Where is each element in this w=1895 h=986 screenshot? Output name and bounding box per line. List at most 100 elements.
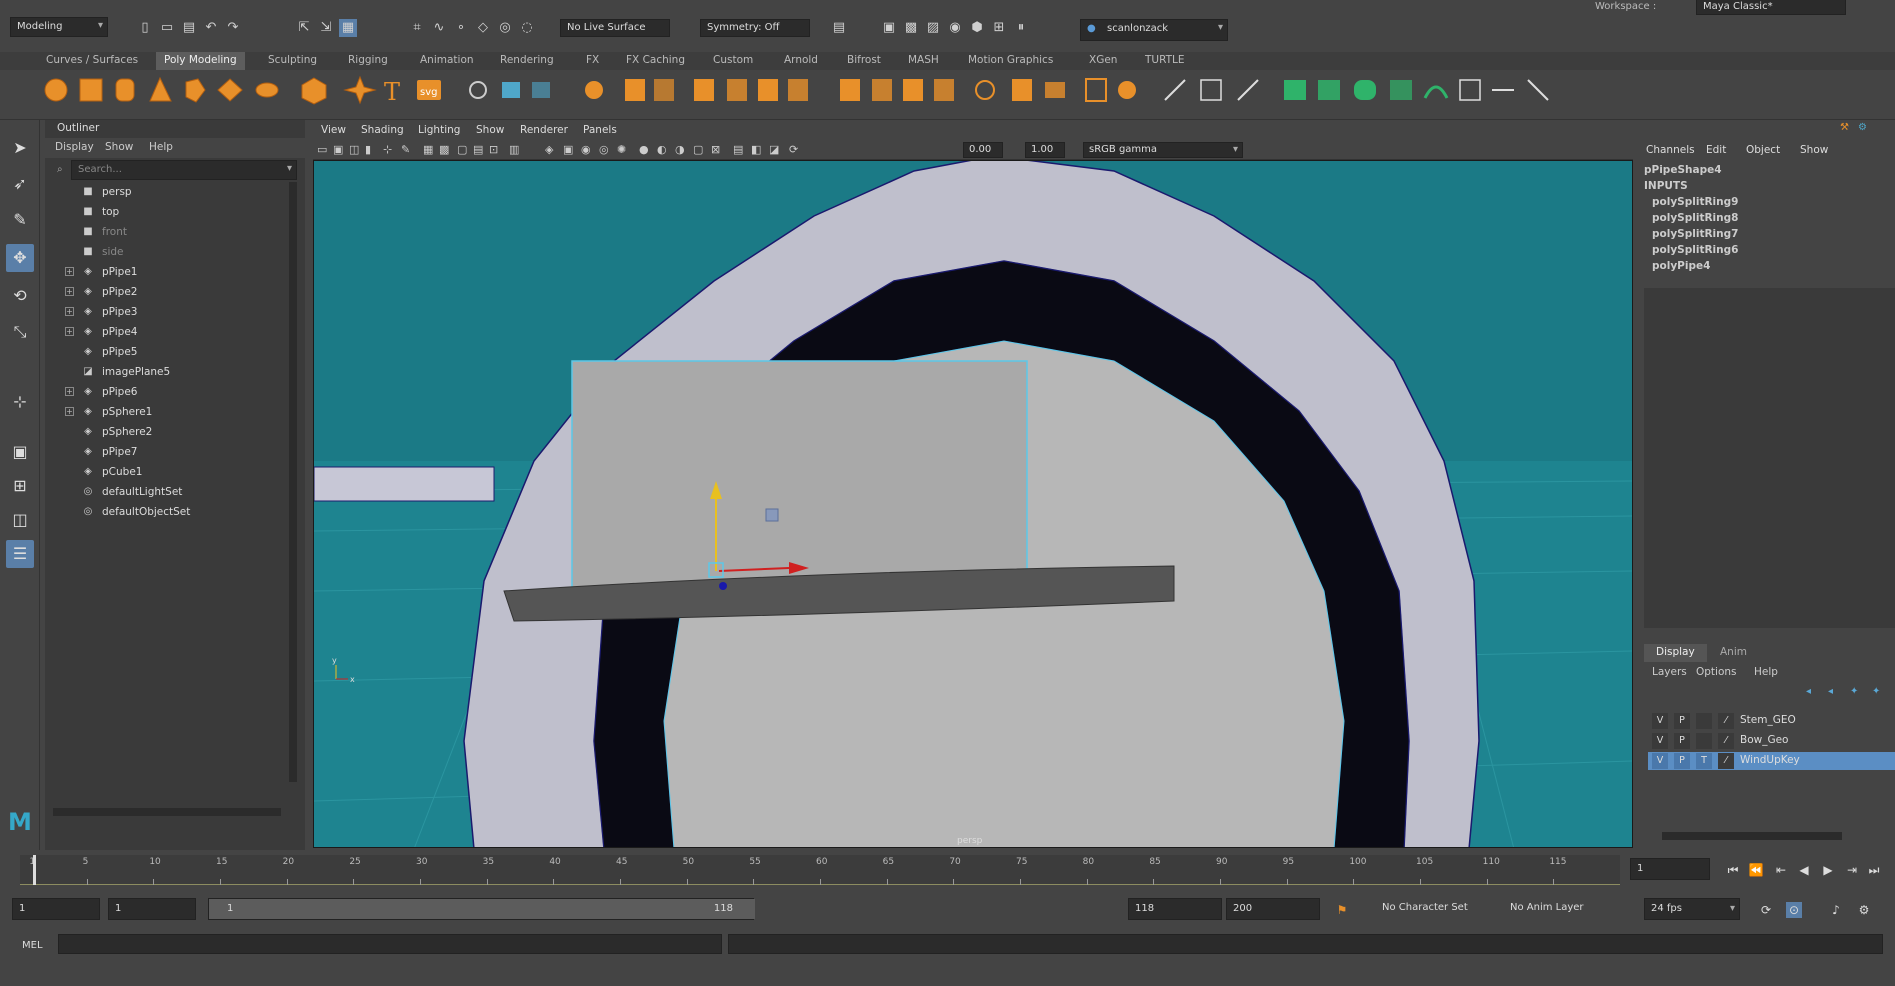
construction-history-icon[interactable]: ▤	[830, 19, 848, 37]
input-node[interactable]: polyPipe4	[1652, 260, 1710, 272]
ambient-occlusion-icon[interactable]: ◐	[657, 143, 667, 156]
select-object-icon[interactable]: ⇲	[317, 19, 335, 37]
smooth-icon[interactable]	[532, 82, 550, 98]
layer-p-toggle[interactable]: P	[1674, 733, 1690, 749]
use-all-lights-icon[interactable]: ✺	[617, 143, 626, 156]
outliner-item[interactable]: ◈ pPipe5	[45, 342, 283, 362]
render-settings-icon[interactable]: ◉	[946, 19, 964, 37]
outliner-menu-display[interactable]: Display	[55, 141, 94, 153]
range-slider-handle[interactable]: 1 118	[209, 899, 755, 919]
automatic-map-icon[interactable]	[1390, 80, 1412, 100]
exposure-reset-icon[interactable]: ⟳	[789, 143, 798, 156]
extrude-icon[interactable]	[625, 79, 645, 101]
xray-components-icon[interactable]: ◪	[769, 143, 779, 156]
poly-cylinder-icon[interactable]	[115, 78, 135, 102]
channel-box-menu-edit[interactable]: Edit	[1706, 144, 1726, 156]
uv-cut-icon[interactable]	[1237, 79, 1259, 101]
expand-icon[interactable]: +	[65, 387, 74, 396]
shelf-tab-poly-modeling[interactable]: Poly Modeling	[156, 52, 245, 70]
layer-v-toggle[interactable]: V	[1652, 733, 1668, 749]
live-surface-field[interactable]: No Live Surface	[560, 19, 670, 37]
uv-layout-icon[interactable]	[1200, 79, 1222, 101]
bookmarks-icon[interactable]: ◫	[349, 143, 359, 156]
move-tool-icon[interactable]: ✥	[6, 244, 34, 272]
connect-icon[interactable]	[903, 79, 923, 101]
symmetrize-icon[interactable]	[1045, 82, 1065, 98]
select-component-icon[interactable]: ▦	[339, 19, 357, 37]
bridge-icon[interactable]	[654, 79, 674, 101]
shelf-tab-turtle[interactable]: TURTLE	[1137, 52, 1193, 70]
cut-uv-icon[interactable]	[1527, 79, 1549, 101]
playback-end-field[interactable]: 118	[1128, 898, 1222, 920]
outliner-layout-icon[interactable]: ☰	[6, 540, 34, 568]
play-forward-icon[interactable]: ▶	[1820, 862, 1836, 878]
render-setup-icon[interactable]: ⊞	[990, 19, 1008, 37]
command-input[interactable]	[58, 934, 722, 954]
fill-hole-icon[interactable]	[727, 79, 747, 101]
field-chart-icon[interactable]: ⊡	[489, 143, 498, 156]
layer-menu-options[interactable]: Options	[1696, 666, 1737, 678]
slide-edge-icon[interactable]	[975, 80, 995, 100]
pause-viewport-icon[interactable]: ⏸	[1012, 19, 1030, 37]
show-manipulator-icon[interactable]: ⊹	[6, 388, 34, 416]
quad-draw-icon[interactable]	[934, 79, 954, 101]
current-frame-field[interactable]: 1	[1630, 858, 1710, 880]
layer-t-toggle[interactable]	[1696, 733, 1712, 749]
outliner-menu-help[interactable]: Help	[149, 141, 173, 153]
playback-start-field[interactable]: 1	[108, 898, 196, 920]
manipulator-z-handle[interactable]	[719, 582, 727, 590]
layer-color-swatch[interactable]: ⁄	[1718, 753, 1734, 769]
outliner-item[interactable]: + ◈ pPipe1	[45, 262, 283, 282]
input-node[interactable]: polySplitRing9	[1652, 196, 1738, 208]
shelf-tab-motion-graphics[interactable]: Motion Graphics	[960, 52, 1061, 70]
input-node[interactable]: polySplitRing6	[1652, 244, 1738, 256]
layer-tab-display[interactable]: Display	[1644, 644, 1707, 662]
select-tool-icon[interactable]: ➤	[6, 134, 34, 162]
expand-icon[interactable]: +	[65, 287, 74, 296]
exposure-field[interactable]: 0.00	[963, 142, 1003, 158]
range-slider[interactable]: 1 118	[208, 898, 755, 920]
ipr-render-icon[interactable]: ▨	[924, 19, 942, 37]
layer-row[interactable]: V P ⁄ Bow_Geo	[1648, 732, 1895, 750]
current-time-marker[interactable]	[33, 855, 37, 885]
user-account-menu[interactable]: ● scanlonzack ▾	[1080, 19, 1228, 41]
new-layer-icon[interactable]: ◂	[1806, 686, 1811, 697]
redo-icon[interactable]: ↷	[224, 19, 242, 37]
platonic-solid-icon[interactable]	[301, 77, 327, 105]
poly-plane-icon[interactable]	[217, 78, 243, 102]
outliner-search-input[interactable]: Search... ▾	[71, 160, 297, 180]
anti-aliasing-icon[interactable]: ▢	[693, 143, 703, 156]
animation-preferences-icon[interactable]: ⚙	[1856, 902, 1872, 918]
snap-surface-icon[interactable]: ◎	[496, 19, 514, 37]
target-weld-icon[interactable]	[872, 79, 892, 101]
shelf-tab-animation[interactable]: Animation	[412, 52, 482, 70]
create-layer-icon[interactable]: ✦	[1850, 686, 1858, 697]
safe-action-icon[interactable]: ▥	[509, 143, 519, 156]
render-frame-icon[interactable]: ▩	[902, 19, 920, 37]
2d-pan-zoom-icon[interactable]: ⊹	[383, 143, 392, 156]
layout-uv-icon[interactable]	[1459, 79, 1481, 101]
anim-layer-menu[interactable]: No Anim Layer	[1504, 898, 1630, 920]
layer-t-toggle[interactable]: T	[1696, 753, 1712, 769]
color-space-menu[interactable]: sRGB gamma ▾	[1083, 142, 1243, 158]
outliner-item[interactable]: ■ persp	[45, 182, 283, 202]
channel-box-menu-channels[interactable]: Channels	[1646, 144, 1695, 156]
bevel-icon[interactable]	[694, 79, 714, 101]
go-to-end-icon[interactable]: ⏭	[1866, 862, 1882, 878]
rotate-tool-icon[interactable]: ⟲	[6, 282, 34, 310]
grease-pencil-icon[interactable]: ✎	[401, 143, 410, 156]
animation-end-field[interactable]: 200	[1226, 898, 1320, 920]
viewport-menu-view[interactable]: View	[321, 124, 346, 136]
new-scene-icon[interactable]: ▯	[136, 19, 154, 37]
outliner-item[interactable]: ◪ imagePlane5	[45, 362, 283, 382]
poly-torus-icon[interactable]	[185, 78, 206, 103]
shelf-tab-rendering[interactable]: Rendering	[492, 52, 562, 70]
outliner-horizontal-scrollbar[interactable]	[53, 808, 281, 816]
input-node[interactable]: polySplitRing7	[1652, 228, 1738, 240]
shelf-tab-custom[interactable]: Custom	[705, 52, 761, 70]
viewport-menu-show[interactable]: Show	[476, 124, 504, 136]
character-set-menu[interactable]: No Character Set	[1376, 898, 1502, 920]
perspective-viewport[interactable]: y x persp	[313, 160, 1633, 848]
render-view-icon[interactable]: ▣	[880, 19, 898, 37]
shelf-tab-curves-surfaces[interactable]: Curves / Surfaces	[38, 52, 146, 70]
